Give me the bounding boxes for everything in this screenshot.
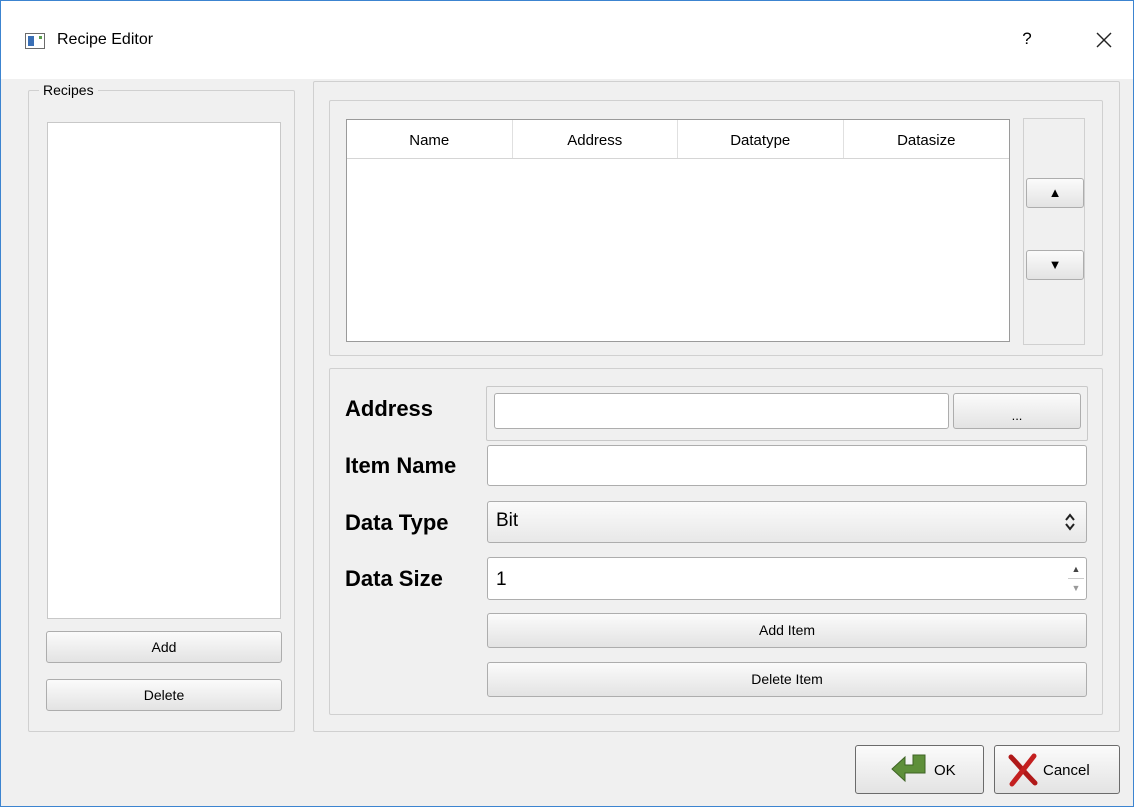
- app-icon: [25, 33, 45, 49]
- data-type-value: Bit: [496, 510, 519, 531]
- item-name-input[interactable]: [487, 445, 1087, 486]
- ok-label: OK: [934, 762, 956, 779]
- data-size-label: Data Size: [345, 566, 443, 591]
- ok-button[interactable]: OK: [855, 745, 984, 794]
- spin-down-button[interactable]: ▼: [1068, 579, 1084, 597]
- cancel-label: Cancel: [1043, 762, 1090, 779]
- recipes-group-title: Recipes: [39, 82, 98, 98]
- address-input[interactable]: [494, 393, 949, 429]
- data-size-value: 1: [496, 569, 507, 590]
- add-recipe-button[interactable]: Add: [46, 631, 282, 663]
- recipe-editor-dialog: Recipe Editor ? Recipes Add Delete Name …: [0, 0, 1134, 807]
- column-header-address[interactable]: Address: [513, 120, 678, 158]
- column-header-datasize[interactable]: Datasize: [844, 120, 1010, 158]
- item-name-label: Item Name: [345, 453, 457, 478]
- address-browse-button[interactable]: ...: [953, 393, 1081, 429]
- updown-icon: [1065, 513, 1075, 531]
- move-up-button[interactable]: ▲: [1026, 178, 1084, 208]
- spin-up-button[interactable]: ▲: [1068, 560, 1084, 579]
- help-button[interactable]: ?: [1017, 29, 1037, 53]
- data-type-select[interactable]: Bit: [487, 501, 1087, 543]
- data-type-label: Data Type: [345, 510, 449, 535]
- column-header-datatype[interactable]: Datatype: [678, 120, 844, 158]
- data-size-spinbox[interactable]: 1 ▲ ▼: [487, 557, 1087, 600]
- add-item-button[interactable]: Add Item: [487, 613, 1087, 648]
- close-icon: [1096, 32, 1112, 48]
- table-header: Name Address Datatype Datasize: [347, 120, 1009, 159]
- recipes-list[interactable]: [47, 122, 281, 619]
- ok-arrow-icon: [891, 754, 926, 783]
- items-table[interactable]: Name Address Datatype Datasize: [346, 119, 1010, 342]
- move-down-button[interactable]: ▼: [1026, 250, 1084, 280]
- column-header-name[interactable]: Name: [347, 120, 513, 158]
- delete-recipe-button[interactable]: Delete: [46, 679, 282, 711]
- cancel-button[interactable]: Cancel: [994, 745, 1120, 794]
- reorder-panel: ▲ ▼: [1023, 118, 1085, 345]
- address-label: Address: [345, 396, 434, 421]
- close-button[interactable]: [1089, 25, 1119, 55]
- delete-item-button[interactable]: Delete Item: [487, 662, 1087, 697]
- title-bar: Recipe Editor ?: [1, 1, 1133, 79]
- window-title: Recipe Editor: [57, 31, 154, 48]
- cancel-x-icon: [1008, 753, 1038, 787]
